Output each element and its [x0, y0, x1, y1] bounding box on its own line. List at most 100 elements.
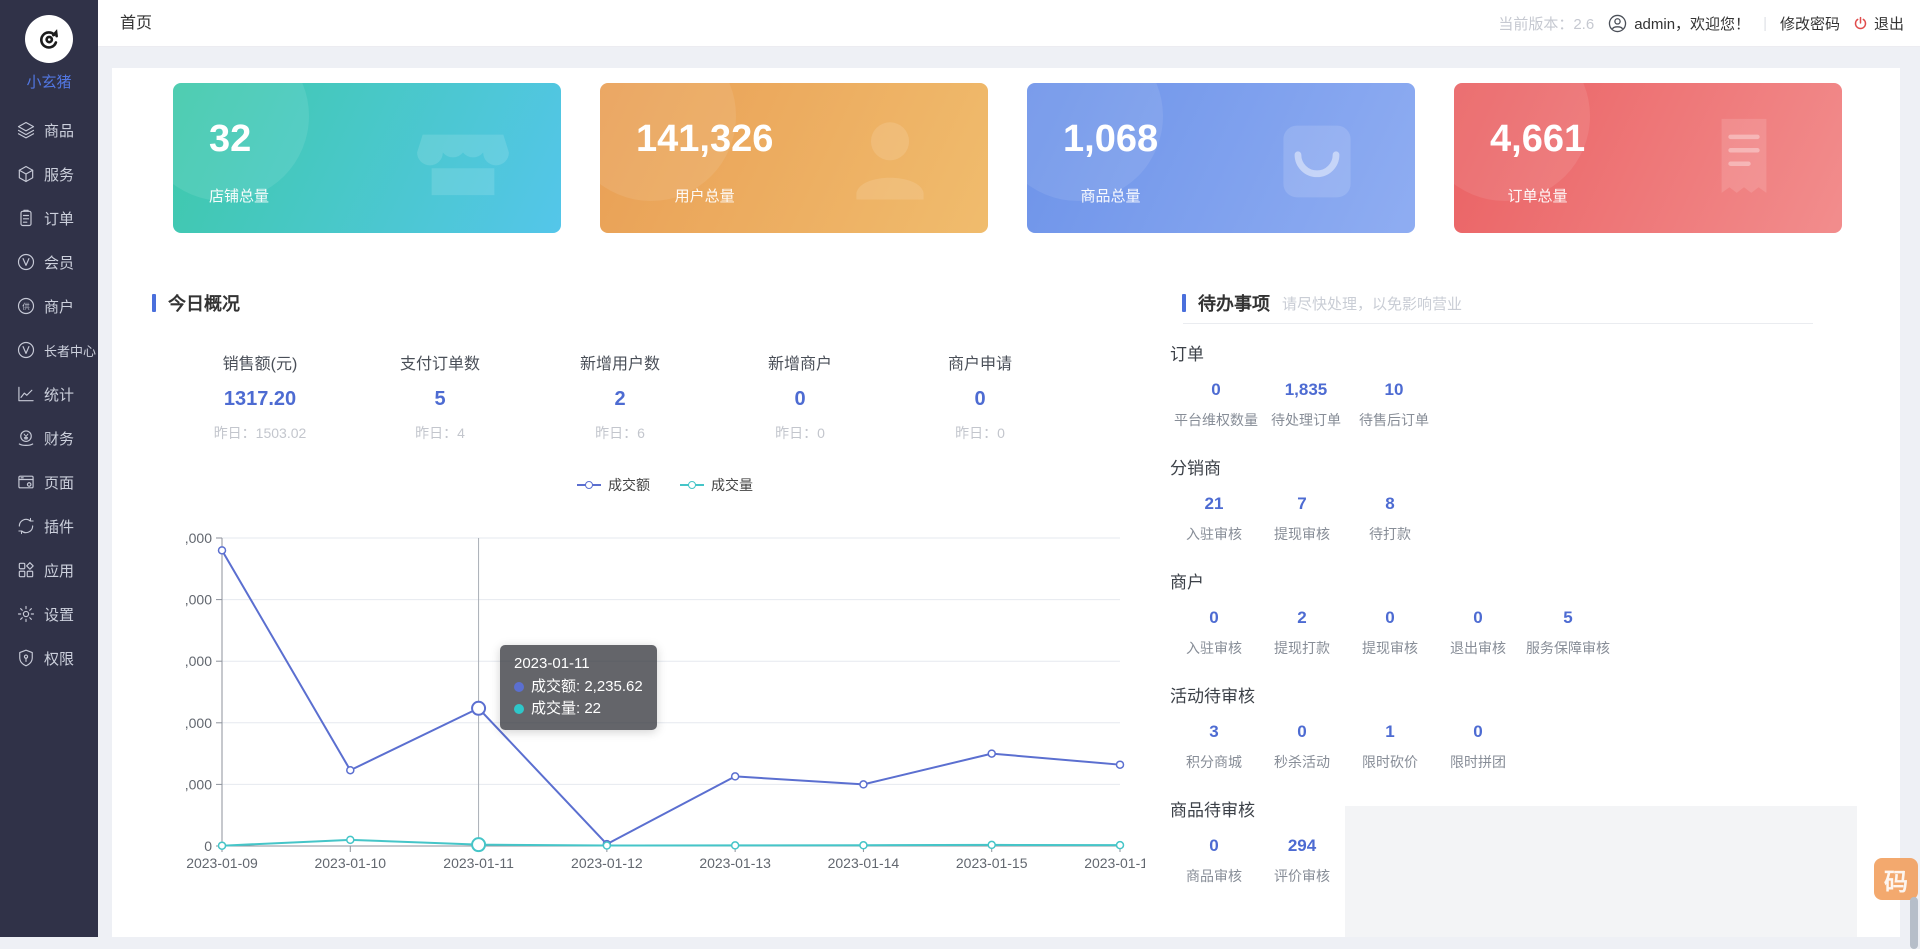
section-bar — [152, 294, 156, 312]
section-bar — [1182, 294, 1186, 312]
topbar-right: 当前版本：2.6 admin，欢迎您！ | 修改密码 退出 — [1498, 0, 1904, 47]
todo-item-label: 入驻审核 — [1174, 638, 1254, 658]
legend-item[interactable]: 成交额 — [577, 475, 650, 495]
sidebar-item-permission[interactable]: 权限 — [0, 636, 98, 680]
topbar: 首页 当前版本：2.6 admin，欢迎您！ | 修改密码 退出 — [98, 0, 1920, 47]
todo-item[interactable]: 5服务保障审核 — [1522, 608, 1614, 658]
sidebar-item-label: 权限 — [44, 648, 74, 669]
power-icon — [1853, 16, 1868, 31]
svg-text:2023-01-11: 2023-01-11 — [443, 855, 514, 871]
todo-item-value: 0 — [1438, 722, 1518, 742]
chart-legend: 成交额 成交量 — [185, 475, 1145, 495]
app-logo — [25, 15, 73, 63]
todo-item[interactable]: 0商品审核 — [1170, 836, 1258, 886]
todo-item[interactable]: 3积分商城 — [1170, 722, 1258, 772]
todo-item-value: 3 — [1174, 722, 1254, 742]
sidebar-item-member[interactable]: 会员 — [0, 240, 98, 284]
finance-icon — [16, 428, 36, 448]
stat-value: 0 — [890, 388, 1070, 411]
todo-item-value: 0 — [1262, 722, 1342, 742]
legend-item[interactable]: 成交量 — [680, 475, 753, 495]
todo-item-value: 1,835 — [1266, 380, 1346, 400]
sidebar: 小玄猪 商品服务订单会员供商户长者中心统计财务页面插件应用设置权限 — [0, 0, 98, 937]
todo-item-label: 平台维权数量 — [1174, 410, 1258, 430]
stat-value: 1317.20 — [170, 388, 350, 411]
sidebar-item-page[interactable]: 页面 — [0, 460, 98, 504]
order-icon — [16, 208, 36, 228]
user-menu[interactable]: admin，欢迎您！ — [1607, 13, 1750, 34]
svg-text:2023-01-10: 2023-01-10 — [314, 855, 386, 871]
todo-item[interactable]: 7提现审核 — [1258, 494, 1346, 544]
svg-text:2,000: 2,000 — [185, 715, 212, 731]
svg-text:1,000: 1,000 — [185, 776, 212, 792]
sidebar-item-stats[interactable]: 统计 — [0, 372, 98, 416]
sidebar-item-settings[interactable]: 设置 — [0, 592, 98, 636]
todo-item[interactable]: 0 入驻审核 — [1170, 608, 1258, 658]
sidebar-item-service[interactable]: 服务 — [0, 152, 98, 196]
todo-item[interactable]: 10待售后订单 — [1350, 380, 1438, 430]
todo-item-value: 8 — [1350, 494, 1430, 514]
legend-label: 成交额 — [608, 475, 650, 495]
todo-item-value: 2 — [1262, 608, 1342, 628]
today-section-header: 今日概况 — [152, 290, 240, 316]
today-stat: 商户申请0昨日：0 — [890, 350, 1070, 443]
todo-item[interactable]: 1限时砍价 — [1346, 722, 1434, 772]
todo-item-label: 待处理订单 — [1266, 410, 1346, 430]
sidebar-item-elder-center[interactable]: 长者中心 — [0, 328, 98, 372]
empty-placeholder — [1345, 806, 1857, 937]
legend-label: 成交量 — [711, 475, 753, 495]
sidebar-item-label: 应用 — [44, 560, 74, 581]
sidebar-item-merchant[interactable]: 供 商户 — [0, 284, 98, 328]
topbar-separator: | — [1763, 15, 1767, 32]
plugin-icon — [16, 516, 36, 536]
svg-text:3,000: 3,000 — [185, 653, 212, 669]
sidebar-item-goods[interactable]: 商品 — [0, 108, 98, 152]
elder-center-icon — [16, 340, 36, 360]
stat-label: 商户申请 — [890, 350, 1070, 374]
todo-group: 活动待审核3积分商城0秒杀活动1限时砍价0限时拼团 — [1170, 682, 1830, 796]
welcome-text: admin，欢迎您！ — [1634, 13, 1750, 34]
sidebar-item-order[interactable]: 订单 — [0, 196, 98, 240]
todo-item[interactable]: 8待打款 — [1346, 494, 1434, 544]
sidebar-item-label: 统计 — [44, 384, 74, 405]
trend-chart[interactable]: 01,0002,0003,0004,0005,0002023-01-092023… — [185, 523, 1145, 883]
stat-yesterday: 昨日：1503.02 — [170, 423, 350, 443]
todo-item[interactable]: 2提现打款 — [1258, 608, 1346, 658]
todo-item-value: 5 — [1526, 608, 1610, 628]
tab-home[interactable]: 首页 — [120, 0, 152, 47]
todo-item-value: 0 — [1174, 836, 1254, 856]
todo-item[interactable]: 0秒杀活动 — [1258, 722, 1346, 772]
stat-yesterday: 昨日：6 — [530, 423, 710, 443]
todo-item[interactable]: 0退出审核 — [1434, 608, 1522, 658]
stat-cards-row: 32店铺总量141,326用户总量1,068商品总量4,661订单总量 — [173, 83, 1843, 233]
today-trend-chart-svg[interactable]: 01,0002,0003,0004,0005,0002023-01-092023… — [185, 523, 1145, 883]
today-section-title: 今日概况 — [168, 290, 240, 316]
sidebar-item-label: 商户 — [44, 296, 74, 317]
sidebar-item-finance[interactable]: 财务 — [0, 416, 98, 460]
todo-item[interactable]: 0提现审核 — [1346, 608, 1434, 658]
sidebar-item-label: 订单 — [44, 208, 74, 229]
sidebar-item-label: 财务 — [44, 428, 74, 449]
logout-label: 退出 — [1874, 13, 1904, 34]
change-password-link[interactable]: 修改密码 — [1780, 13, 1840, 34]
stat-card-4: 4,661订单总量 — [1454, 83, 1842, 233]
todo-item[interactable]: 0平台维权数量 — [1170, 380, 1262, 430]
svg-text:供: 供 — [22, 301, 30, 311]
sidebar-item-label: 页面 — [44, 472, 74, 493]
todo-group: 订单0平台维权数量1,835待处理订单10待售后订单 — [1170, 340, 1830, 454]
sidebar-item-label: 插件 — [44, 516, 74, 537]
todo-item-value: 0 — [1174, 608, 1254, 628]
vertical-scrollbar-thumb[interactable] — [1910, 897, 1918, 949]
sidebar-item-plugin[interactable]: 插件 — [0, 504, 98, 548]
logout-link[interactable]: 退出 — [1853, 13, 1904, 34]
stat-label: 支付订单数 — [350, 350, 530, 374]
todo-item[interactable]: 294评价审核 — [1258, 836, 1346, 886]
card-label: 商品总量 — [1063, 185, 1158, 206]
sidebar-item-apps[interactable]: 应用 — [0, 548, 98, 592]
todo-item[interactable]: 0限时拼团 — [1434, 722, 1522, 772]
stat-yesterday: 昨日：0 — [710, 423, 890, 443]
todo-item[interactable]: 21入驻审核 — [1170, 494, 1258, 544]
version-label: 当前版本：2.6 — [1498, 13, 1594, 34]
todo-item-value: 21 — [1174, 494, 1254, 514]
todo-item[interactable]: 1,835 待处理订单 — [1262, 380, 1350, 430]
